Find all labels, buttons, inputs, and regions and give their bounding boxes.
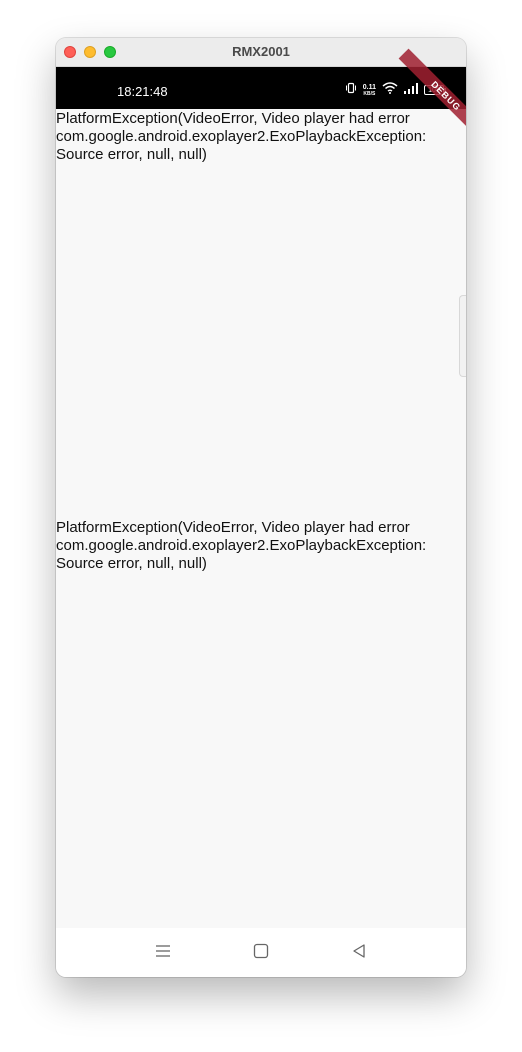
content-area: PlatformException(VideoError, Video play…: [56, 109, 466, 928]
app-window: RMX2001 18:21:48 0.11 KB/S DEBUG Platfor…: [56, 38, 466, 977]
back-icon: [351, 943, 367, 964]
status-bar: 18:21:48 0.11 KB/S DEBUG: [56, 48, 466, 144]
home-icon: [253, 943, 269, 964]
navigation-bar: [56, 928, 466, 977]
net-speed-value: 0.11: [362, 83, 376, 91]
net-speed-unit: KB/S: [363, 90, 376, 97]
vibrate-icon: [345, 81, 357, 99]
status-clock: 18:21:48: [117, 84, 168, 99]
nav-home-button[interactable]: [250, 942, 272, 964]
wifi-icon: [382, 81, 398, 99]
signal-icon: [404, 81, 418, 99]
error-message: PlatformException(VideoError, Video play…: [56, 519, 427, 572]
net-speed-indicator: 0.11 KB/S: [363, 84, 376, 97]
nav-menu-button[interactable]: [152, 942, 174, 964]
menu-icon: [155, 944, 171, 963]
error-message: PlatformException(VideoError, Video play…: [56, 110, 427, 163]
scrollbar-thumb[interactable]: [459, 295, 466, 377]
nav-back-button[interactable]: [348, 942, 370, 964]
